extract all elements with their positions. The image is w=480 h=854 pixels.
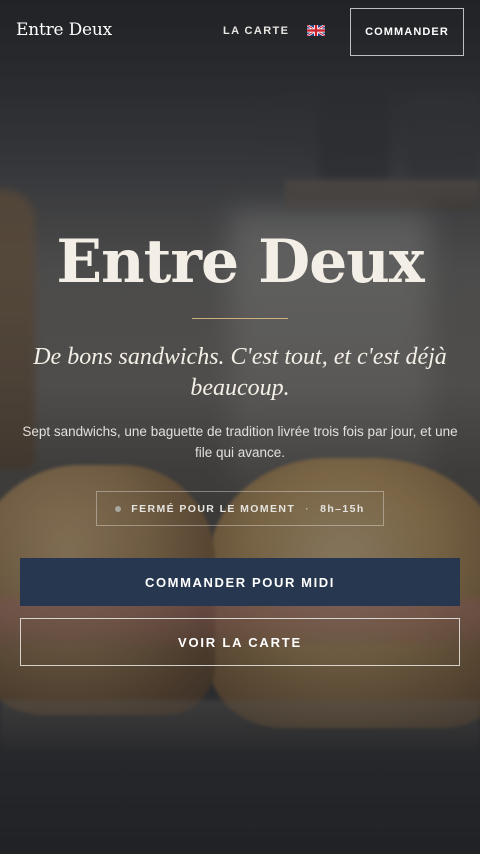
opening-hours: 8h–15h — [320, 502, 365, 515]
site-header: Entre Deux LA CARTE COMMANDER — [0, 0, 480, 64]
status-text: FERMÉ POUR LE MOMENT — [131, 502, 296, 515]
hero-tagline: De bons sandwichs. C'est tout, et c'est … — [33, 344, 447, 401]
hero-description: Sept sandwichs, une baguette de traditio… — [22, 424, 458, 460]
nav-link-menu[interactable]: LA CARTE — [223, 25, 289, 37]
title-divider — [192, 318, 288, 319]
order-button[interactable]: COMMANDER — [350, 8, 464, 56]
status-separator: · — [305, 502, 311, 515]
uk-flag-icon[interactable] — [307, 25, 325, 36]
brand-logo[interactable]: Entre Deux — [16, 20, 112, 40]
hero-title: Entre Deux — [56, 227, 424, 297]
status-dot-icon — [115, 505, 122, 512]
order-for-noon-button[interactable]: COMMANDER POUR MIDI — [20, 558, 460, 606]
opening-status-badge: FERMÉ POUR LE MOMENT · 8h–15h — [96, 491, 384, 526]
view-menu-button[interactable]: VOIR LA CARTE — [20, 618, 460, 666]
